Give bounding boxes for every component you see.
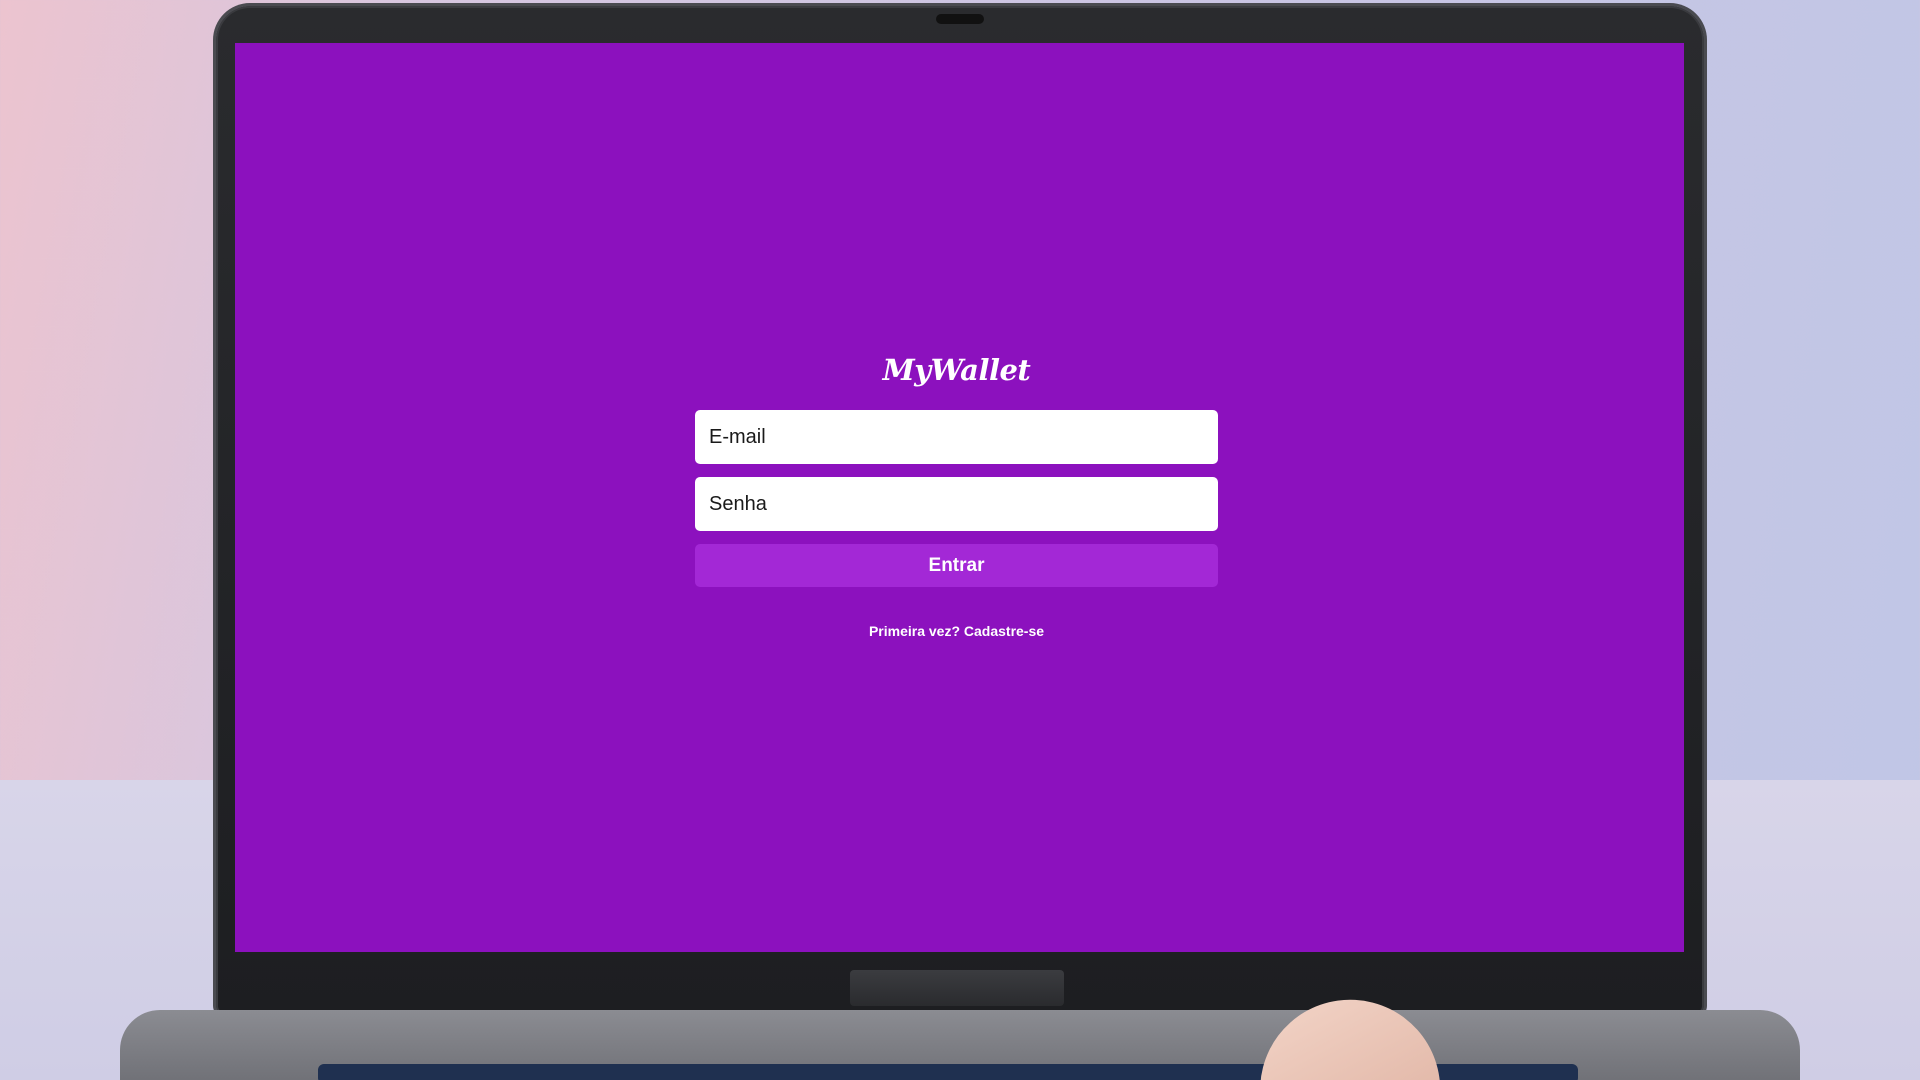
laptop-hinge (850, 970, 1064, 1006)
login-form: MyWallet Entrar Primeira vez? Cadastre-s… (695, 350, 1218, 641)
signup-link[interactable]: Primeira vez? Cadastre-se (869, 623, 1044, 639)
app-logo: MyWallet (882, 353, 1031, 387)
app-screen: MyWallet Entrar Primeira vez? Cadastre-s… (235, 43, 1684, 952)
login-button[interactable]: Entrar (695, 544, 1218, 587)
camera-notch (936, 14, 984, 24)
password-input[interactable] (695, 477, 1218, 531)
email-input[interactable] (695, 410, 1218, 464)
